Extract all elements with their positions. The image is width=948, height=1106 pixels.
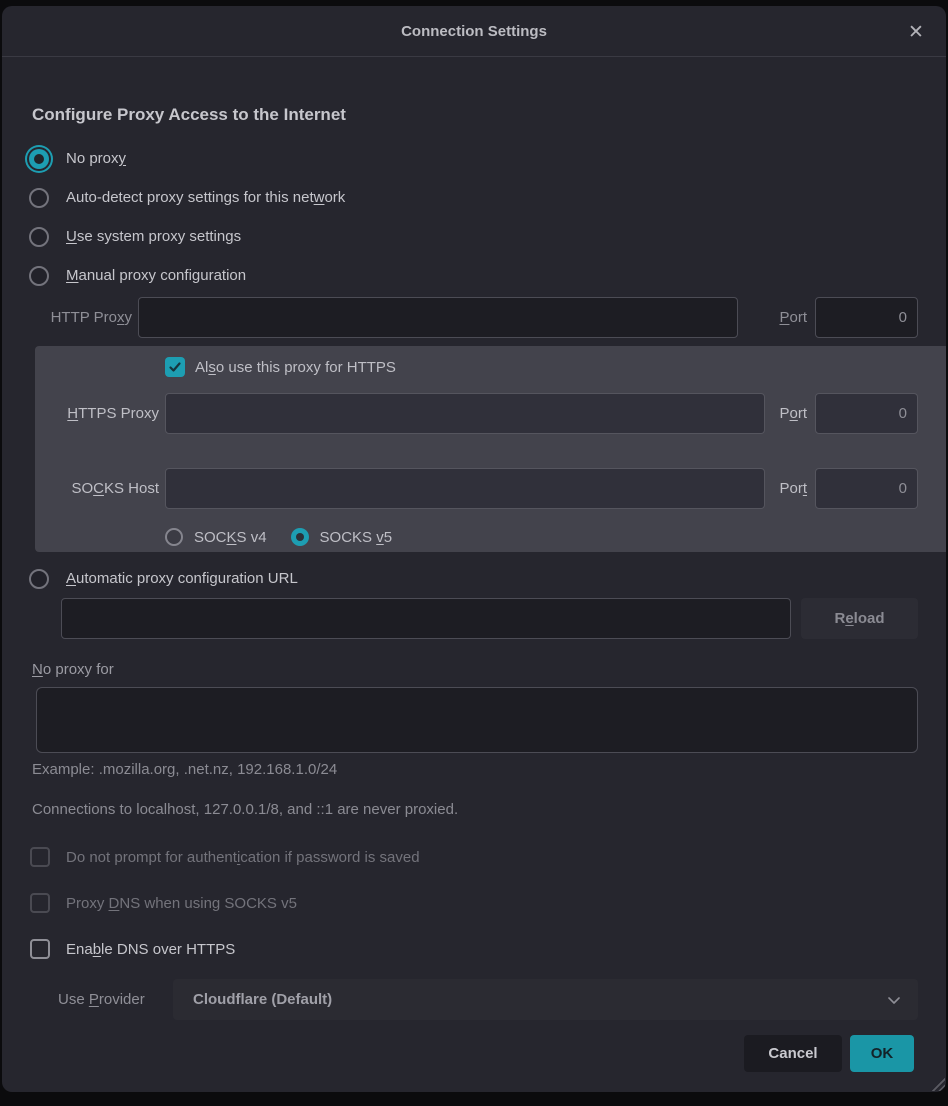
radio-auto-proxy-url[interactable]: Automatic proxy configuration URL (2, 559, 946, 598)
socks-port-label: Port (765, 480, 815, 497)
http-port-label: Port (738, 309, 815, 326)
socks-host-label: SOCKS Host (35, 480, 165, 497)
ok-button[interactable]: OK (850, 1035, 914, 1072)
checkbox-icon[interactable] (30, 847, 50, 867)
http-port-input[interactable] (815, 297, 918, 338)
socks-v5-label: SOCKS v5 (320, 529, 393, 546)
radio-autodetect-label: Auto-detect proxy settings for this netw… (66, 189, 345, 206)
use-provider-label: Use Provider (58, 991, 173, 1008)
chevron-down-icon (886, 992, 902, 1008)
radio-auto-url-label: Automatic proxy configuration URL (66, 570, 298, 587)
localhost-note-text: Connections to localhost, 127.0.0.1/8, a… (32, 801, 916, 818)
checkbox-icon[interactable] (30, 893, 50, 913)
radio-button-icon[interactable] (29, 266, 49, 286)
proxy-dns-label: Proxy DNS when using SOCKS v5 (66, 895, 297, 912)
radio-system-proxy[interactable]: Use system proxy settings (2, 217, 946, 256)
checkbox-icon[interactable] (30, 939, 50, 959)
radio-button-icon[interactable] (29, 569, 49, 589)
resize-grip[interactable] (930, 1076, 945, 1091)
radio-button-icon[interactable] (29, 149, 49, 169)
socks-port-input[interactable] (815, 468, 918, 509)
titlebar: Connection Settings ✕ (2, 6, 946, 57)
auto-proxy-url-row: Reload (61, 598, 918, 639)
radio-manual-proxy[interactable]: Manual proxy configuration (2, 256, 946, 295)
checkbox-enable-doh[interactable]: Enable DNS over HTTPS (30, 937, 946, 961)
cancel-button[interactable]: Cancel (744, 1035, 842, 1072)
https-proxy-input[interactable] (165, 393, 765, 434)
radio-system-label: Use system proxy settings (66, 228, 241, 245)
radio-autodetect-proxy[interactable]: Auto-detect proxy settings for this netw… (2, 178, 946, 217)
https-proxy-label: HTTPS Proxy (35, 405, 165, 422)
https-socks-section: Also use this proxy for HTTPS HTTPS Prox… (35, 346, 946, 552)
checkbox-proxy-dns[interactable]: Proxy DNS when using SOCKS v5 (30, 891, 946, 915)
connection-settings-dialog: Connection Settings ✕ Configure Proxy Ac… (2, 6, 946, 1092)
radio-manual-label: Manual proxy configuration (66, 267, 246, 284)
enable-doh-label: Enable DNS over HTTPS (66, 941, 235, 958)
doh-provider-selected-value: Cloudflare (Default) (193, 991, 886, 1008)
https-proxy-row: HTTPS Proxy Port (35, 393, 946, 434)
no-prompt-auth-label: Do not prompt for authentication if pass… (66, 849, 420, 866)
radio-no-proxy-label: No proxy (66, 150, 126, 167)
dialog-footer: Cancel OK (2, 1035, 914, 1072)
also-use-https-checkbox-row[interactable]: Also use this proxy for HTTPS (165, 354, 946, 380)
radio-button-icon[interactable] (29, 227, 49, 247)
http-proxy-label: HTTP Proxy (2, 309, 138, 326)
socks-version-row: SOCKS v4 SOCKS v5 (165, 524, 946, 550)
no-proxy-for-textarea[interactable] (36, 687, 918, 753)
no-proxy-example-text: Example: .mozilla.org, .net.nz, 192.168.… (32, 761, 916, 778)
checkbox-checked-icon[interactable] (165, 357, 185, 377)
radio-button-icon[interactable] (29, 188, 49, 208)
radio-no-proxy[interactable]: No proxy (2, 139, 946, 178)
radio-socks-v5[interactable]: SOCKS v5 (291, 528, 393, 546)
checkbox-no-prompt-auth[interactable]: Do not prompt for authentication if pass… (30, 845, 946, 869)
dialog-title: Connection Settings (401, 23, 547, 40)
https-port-input[interactable] (815, 393, 918, 434)
radio-socks-v4[interactable]: SOCKS v4 (165, 528, 267, 546)
http-proxy-input[interactable] (138, 297, 738, 338)
http-proxy-row: HTTP Proxy Port (2, 297, 946, 338)
auto-proxy-url-input[interactable] (61, 598, 791, 639)
socks-host-row: SOCKS Host Port (35, 468, 946, 509)
radio-button-icon[interactable] (291, 528, 309, 546)
no-proxy-for-label: No proxy for (32, 661, 946, 678)
doh-provider-select[interactable]: Cloudflare (Default) (173, 979, 918, 1020)
radio-button-icon[interactable] (165, 528, 183, 546)
check-icon (168, 360, 182, 374)
page-title: Configure Proxy Access to the Internet (32, 105, 916, 125)
socks-host-input[interactable] (165, 468, 765, 509)
https-port-label: Port (765, 405, 815, 422)
also-use-https-label: Also use this proxy for HTTPS (195, 359, 396, 376)
close-icon[interactable]: ✕ (902, 18, 930, 46)
doh-provider-row: Use Provider Cloudflare (Default) (58, 979, 918, 1020)
reload-button[interactable]: Reload (801, 598, 918, 639)
socks-v4-label: SOCKS v4 (194, 529, 267, 546)
